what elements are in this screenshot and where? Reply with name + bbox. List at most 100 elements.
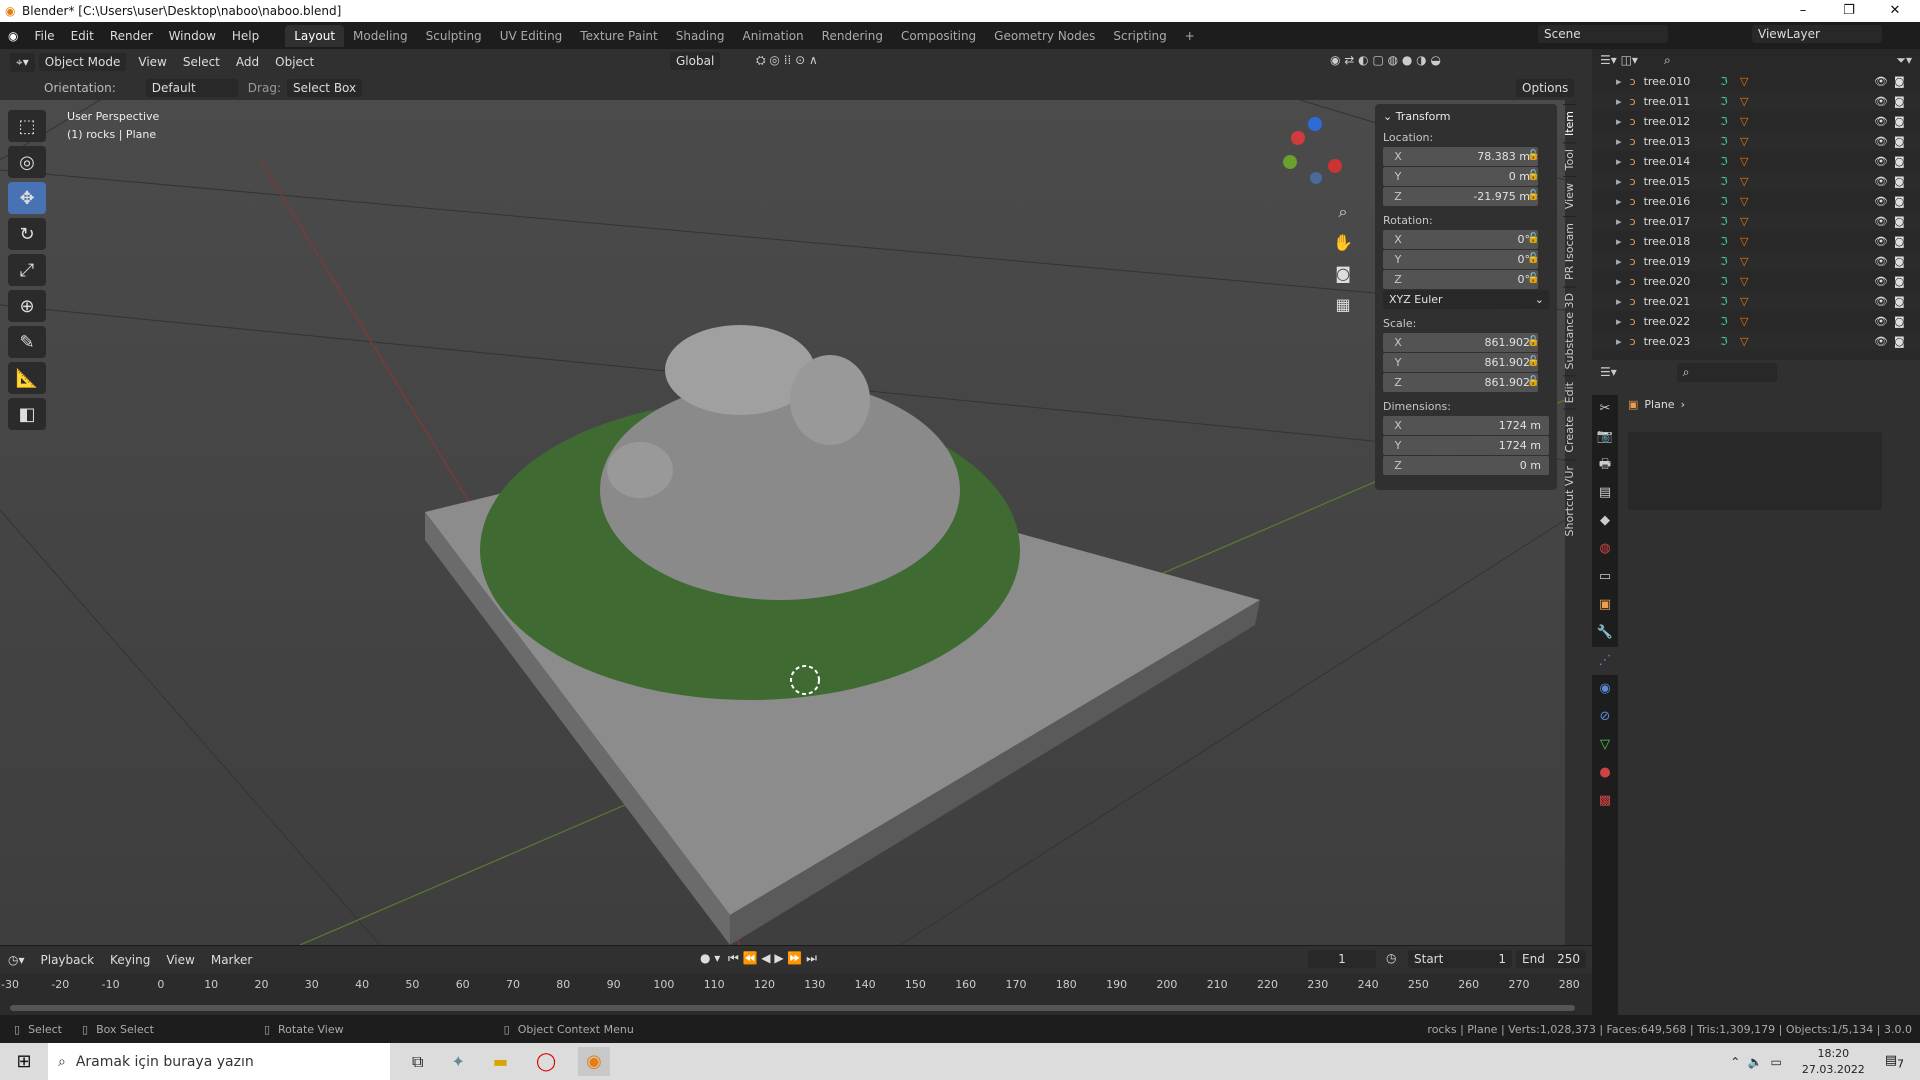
texture-tab-icon[interactable]: ▩ — [1592, 787, 1618, 815]
sidebar-tab-create[interactable]: Create — [1563, 409, 1576, 459]
clock[interactable]: 18:20 27.03.2022 — [1802, 1046, 1865, 1078]
add-workspace-button[interactable]: + — [1176, 25, 1204, 47]
rotation-x-field[interactable]: X 0° — [1383, 230, 1538, 249]
menu-help[interactable]: Help — [224, 29, 267, 43]
output-tab-icon[interactable]: 🖶 — [1592, 451, 1618, 479]
timeline-area[interactable] — [0, 1000, 1592, 1015]
visibility-eye-icon[interactable]: 👁 — [1874, 235, 1888, 248]
collection-tab-icon[interactable]: ▭ — [1592, 563, 1618, 591]
3d-viewport[interactable]: User Perspective (1) rocks | Plane ⌕ ✋ ◙… — [0, 100, 1565, 945]
cursor-tool-icon[interactable]: ◎ — [8, 146, 46, 178]
blender-menu-icon[interactable]: ◉ — [0, 29, 26, 43]
outliner-item[interactable]: ▸ ↄ tree.014 ℑ ▽ 👁 ◙ — [1592, 151, 1920, 171]
tab-layout[interactable]: Layout — [285, 24, 345, 47]
menu-add[interactable]: Add — [228, 55, 267, 69]
sidebar-tab-item[interactable]: Item — [1563, 104, 1576, 143]
menu-window[interactable]: Window — [161, 29, 224, 43]
transform-tool-icon[interactable]: ⊕ — [8, 290, 46, 322]
collapse-icon[interactable]: ⌄ — [1383, 110, 1396, 123]
expand-arrow-icon[interactable]: ▸ — [1616, 75, 1622, 88]
render-camera-icon[interactable]: ◙ — [1894, 95, 1905, 108]
material-tab-icon[interactable]: ● — [1592, 759, 1618, 787]
data-tab-icon[interactable]: ▽ — [1592, 731, 1618, 759]
visibility-eye-icon[interactable]: 👁 — [1874, 295, 1888, 308]
location-y-field[interactable]: Y 0 m — [1383, 167, 1538, 186]
render-camera-icon[interactable]: ◙ — [1894, 315, 1905, 328]
visibility-eye-icon[interactable]: 👁 — [1874, 155, 1888, 168]
scale-z-field[interactable]: Z 861.902 — [1383, 373, 1538, 392]
editor-type-icon[interactable]: ◷▾ — [0, 953, 33, 967]
minimize-button[interactable]: – — [1780, 0, 1826, 22]
render-camera-icon[interactable]: ◙ — [1894, 335, 1905, 348]
expand-arrow-icon[interactable]: ▸ — [1616, 135, 1622, 148]
tab-modeling[interactable]: Modeling — [344, 25, 417, 47]
expand-arrow-icon[interactable]: ▸ — [1616, 175, 1622, 188]
rotate-tool-icon[interactable]: ↻ — [8, 218, 46, 250]
expand-arrow-icon[interactable]: ▸ — [1616, 95, 1622, 108]
menu-playback[interactable]: Playback — [33, 953, 103, 967]
outliner-item[interactable]: ▸ ↄ tree.012 ℑ ▽ 👁 ◙ — [1592, 111, 1920, 131]
scale-tool-icon[interactable]: ⤢ — [8, 254, 46, 286]
view-layer-tab-icon[interactable]: ▤ — [1592, 479, 1618, 507]
render-camera-icon[interactable]: ◙ — [1894, 135, 1905, 148]
visibility-eye-icon[interactable]: 👁 — [1874, 115, 1888, 128]
view-layer-selector[interactable]: ViewLayer — [1752, 25, 1882, 43]
lock-icon[interactable]: 🔓 — [1527, 376, 1539, 387]
dimensions-y-field[interactable]: Y 1724 m — [1383, 436, 1549, 455]
tab-rendering[interactable]: Rendering — [813, 25, 892, 47]
visibility-eye-icon[interactable]: 👁 — [1874, 275, 1888, 288]
sidebar-tab-shortcut-vur[interactable]: Shortcut VUr — [1563, 458, 1576, 543]
menu-keying[interactable]: Keying — [102, 953, 158, 967]
outliner-item[interactable]: ▸ ↄ tree.015 ℑ ▽ 👁 ◙ — [1592, 171, 1920, 191]
outliner-item[interactable]: ▸ ↄ tree.023 ℑ ▽ 👁 ◙ — [1592, 331, 1920, 351]
location-z-field[interactable]: Z -21.975 m — [1383, 187, 1538, 206]
visibility-eye-icon[interactable]: 👁 — [1874, 75, 1888, 88]
tab-compositing[interactable]: Compositing — [892, 25, 985, 47]
timeline-ruler[interactable]: -30 -20 -10 0 10 20 30 40 50 60 70 80 90 100 110 120 130… — [0, 973, 1592, 1000]
scale-x-field[interactable]: X 861.902 — [1383, 333, 1538, 352]
render-camera-icon[interactable]: ◙ — [1894, 195, 1905, 208]
object-tab-icon[interactable]: ▣ — [1592, 591, 1618, 619]
tab-uv-editing[interactable]: UV Editing — [491, 25, 572, 47]
visibility-eye-icon[interactable]: 👁 — [1874, 135, 1888, 148]
outliner-item[interactable]: ▸ ↄ tree.021 ℑ ▽ 👁 ◙ — [1592, 291, 1920, 311]
location-x-field[interactable]: X 78.383 m — [1383, 147, 1538, 166]
scene-selector[interactable]: Scene — [1538, 25, 1668, 43]
pan-hand-icon[interactable]: ✋ — [1330, 227, 1356, 258]
render-camera-icon[interactable]: ◙ — [1894, 295, 1905, 308]
tab-animation[interactable]: Animation — [733, 25, 812, 47]
end-frame-field[interactable]: End 250 — [1516, 950, 1586, 968]
visibility-eye-icon[interactable]: 👁 — [1874, 95, 1888, 108]
menu-select[interactable]: Select — [175, 55, 228, 69]
current-frame-field[interactable]: 1 — [1308, 950, 1376, 968]
lock-icon[interactable]: 🔓 — [1527, 170, 1539, 181]
menu-view[interactable]: View — [130, 55, 174, 69]
expand-arrow-icon[interactable]: ▸ — [1616, 115, 1622, 128]
display-mode-icon[interactable]: ☰▾ ◫▾ — [1600, 53, 1638, 67]
outliner-item[interactable]: ▸ ↄ tree.011 ℑ ▽ 👁 ◙ — [1592, 91, 1920, 111]
expand-arrow-icon[interactable]: ▸ — [1616, 275, 1622, 288]
lock-icon[interactable]: 🔓 — [1527, 150, 1539, 161]
render-camera-icon[interactable]: ◙ — [1894, 235, 1905, 248]
opera-icon[interactable]: ◯ — [536, 1051, 556, 1072]
pivot-icon[interactable]: ⛭ ◎ ⁞⁞ ⊙ ∧ — [756, 53, 818, 68]
rotation-y-field[interactable]: Y 0° — [1383, 250, 1538, 269]
sidebar-tab-tool[interactable]: Tool — [1563, 142, 1576, 177]
filter-icon[interactable]: ⏷▾ — [1896, 53, 1912, 68]
timeline-scrollbar[interactable] — [10, 1005, 1575, 1011]
tab-scripting[interactable]: Scripting — [1104, 25, 1175, 47]
rotation-mode-dropdown[interactable]: XYZ Euler ⌄ — [1383, 290, 1549, 309]
expand-arrow-icon[interactable]: ▸ — [1616, 235, 1622, 248]
camera-icon[interactable]: ◙ — [1330, 258, 1356, 289]
properties-search-input[interactable]: ⌕ — [1676, 362, 1777, 382]
menu-object[interactable]: Object — [267, 55, 322, 69]
menu-edit[interactable]: Edit — [63, 29, 102, 43]
sidebar-tab-view[interactable]: View — [1563, 176, 1576, 216]
app-icon[interactable]: ✦ — [451, 1052, 464, 1071]
render-camera-icon[interactable]: ◙ — [1894, 275, 1905, 288]
tab-texture-paint[interactable]: Texture Paint — [571, 25, 666, 47]
outliner-item[interactable]: ▸ ↄ tree.010 ℑ ▽ 👁 ◙ — [1592, 71, 1920, 91]
measure-tool-icon[interactable]: 📐 — [8, 362, 46, 394]
expand-arrow-icon[interactable]: ▸ — [1616, 215, 1622, 228]
editor-type-icon[interactable]: ☰▾ — [1600, 365, 1617, 379]
